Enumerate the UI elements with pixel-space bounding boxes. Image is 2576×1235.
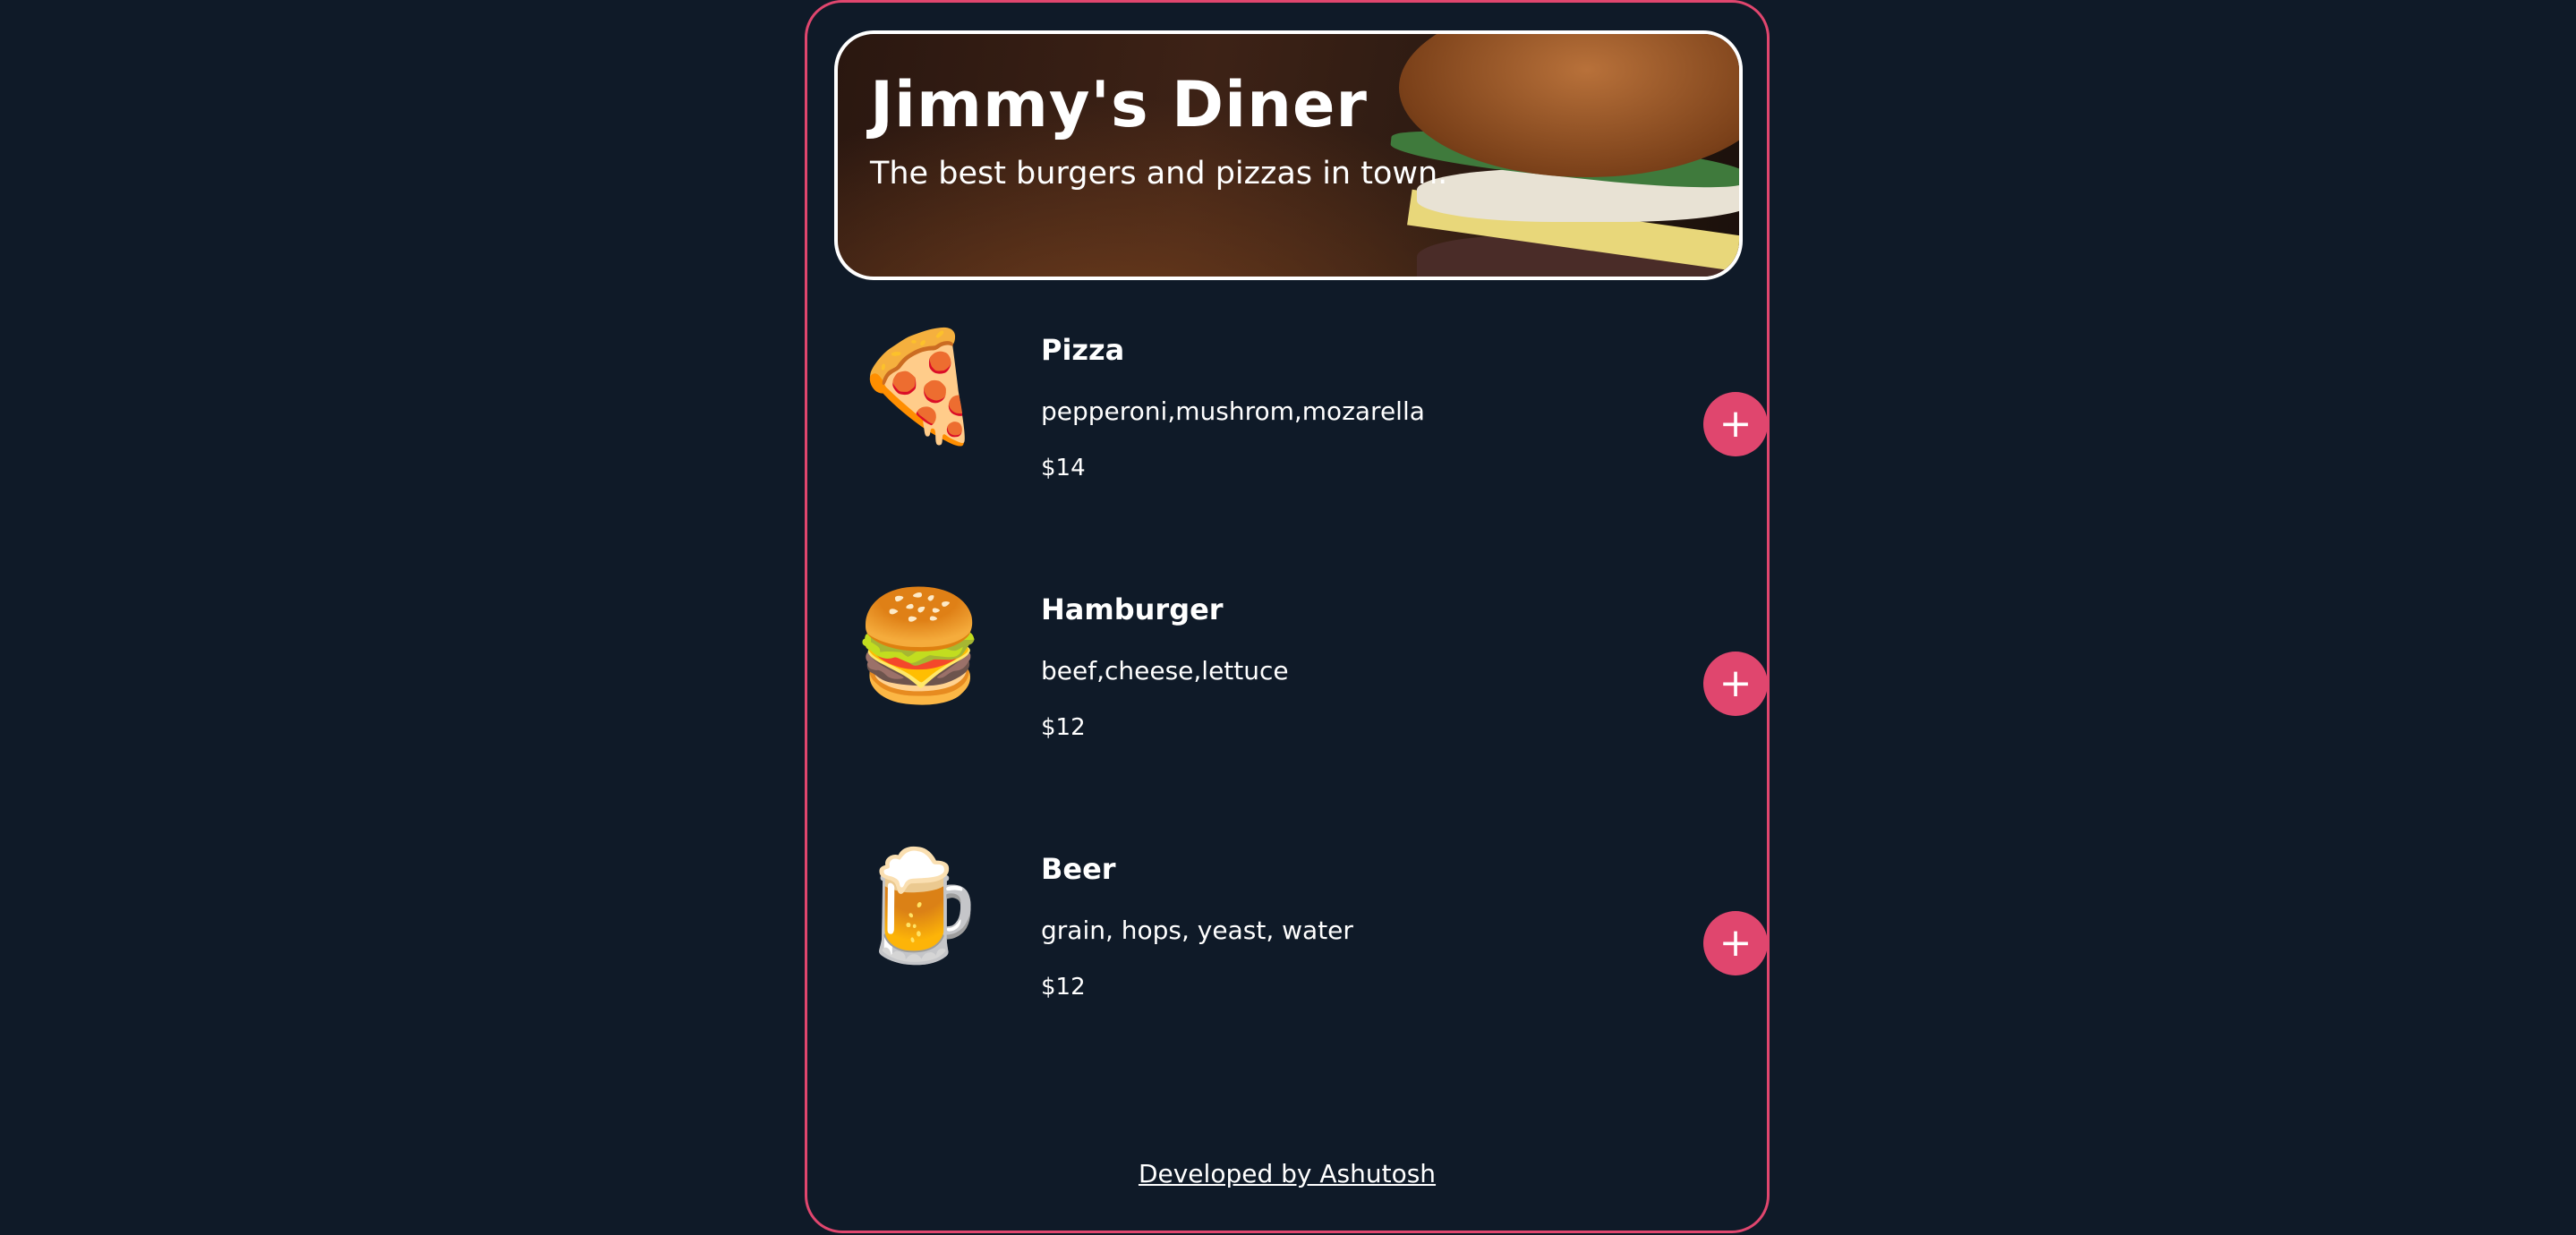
beer-icon: 🍺 xyxy=(852,844,986,968)
developer-credit-link[interactable]: Developed by Ashutosh xyxy=(1139,1159,1436,1188)
item-ingredients: pepperoni,mushrom,mozarella xyxy=(1041,396,1425,426)
add-hamburger-button[interactable]: + xyxy=(1703,652,1768,716)
item-ingredients: grain, hops, yeast, water xyxy=(1041,916,1353,945)
header-banner: Jimmy's Diner The best burgers and pizza… xyxy=(834,30,1743,280)
add-beer-button[interactable]: + xyxy=(1703,911,1768,975)
app-container: Jimmy's Diner The best burgers and pizza… xyxy=(805,0,1770,1233)
item-price: $12 xyxy=(1041,974,1086,1001)
hamburger-icon: 🍔 xyxy=(852,584,986,709)
page-subtitle: The best burgers and pizzas in town. xyxy=(870,156,1448,192)
item-ingredients: beef,cheese,lettuce xyxy=(1041,656,1289,686)
menu-item-pizza: 🍕 Pizza pepperoni,mushrom,mozarella $14 … xyxy=(834,320,1768,499)
item-price: $14 xyxy=(1041,455,1086,481)
add-pizza-button[interactable]: + xyxy=(1703,392,1768,456)
footer: Developed by Ashutosh xyxy=(807,1159,1767,1188)
menu-item-beer: 🍺 Beer grain, hops, yeast, water $12 + xyxy=(834,839,1768,1018)
item-name: Hamburger xyxy=(1041,592,1224,626)
menu-item-hamburger: 🍔 Hamburger beef,cheese,lettuce $12 + xyxy=(834,580,1768,759)
item-price: $12 xyxy=(1041,714,1086,741)
item-name: Beer xyxy=(1041,852,1116,886)
pizza-icon: 🍕 xyxy=(852,325,986,449)
item-name: Pizza xyxy=(1041,333,1125,367)
page-title: Jimmy's Diner xyxy=(870,68,1368,141)
